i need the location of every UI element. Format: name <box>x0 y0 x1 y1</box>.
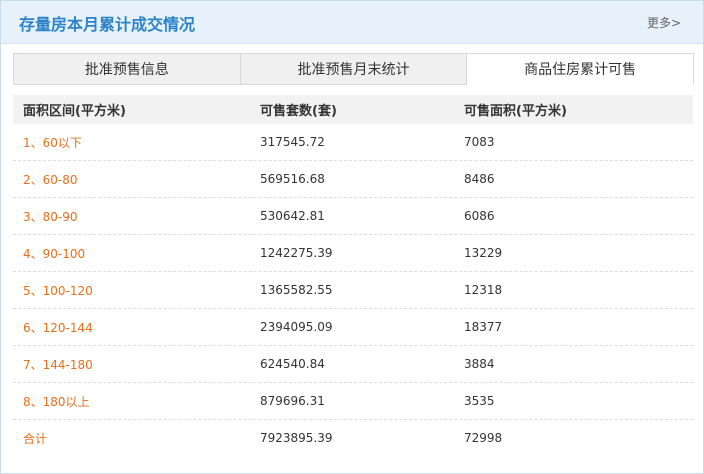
cell-units: 2394095.09 <box>260 320 333 334</box>
cell-total-label: 合计 <box>23 431 48 446</box>
cell-units: 1365582.55 <box>260 283 333 297</box>
cell-area: 13229 <box>464 246 503 260</box>
table-row: 5、100-120 1365582.55 12318 <box>13 272 693 309</box>
cell-units: 1242275.39 <box>260 246 333 260</box>
cell-units: 624540.84 <box>260 357 325 371</box>
cell-units: 317545.72 <box>260 135 325 149</box>
tab-cumulative-available[interactable]: 商品住房累计可售 <box>466 53 695 85</box>
cell-total-units: 7923895.39 <box>260 431 333 445</box>
cell-area-range: 1、60以下 <box>23 135 82 150</box>
table-row: 8、180以上 879696.31 3535 <box>13 383 693 420</box>
cell-area: 6086 <box>464 209 495 223</box>
table-row: 4、90-100 1242275.39 13229 <box>13 235 693 272</box>
cell-area-range: 4、90-100 <box>23 246 86 261</box>
cell-area: 12318 <box>464 283 503 297</box>
cell-area: 18377 <box>464 320 503 334</box>
tab-bar: 批准预售信息 批准预售月末统计 商品住房累计可售 <box>13 53 695 85</box>
cell-area-range: 2、60-80 <box>23 172 78 187</box>
cell-area: 8486 <box>464 172 495 186</box>
cell-units: 879696.31 <box>260 394 325 408</box>
panel-title: 存量房本月累计成交情况 <box>19 15 196 34</box>
table-row: 2、60-80 569516.68 8486 <box>13 161 693 198</box>
cell-area: 7083 <box>464 135 495 149</box>
cell-area-range: 6、120-144 <box>23 320 93 335</box>
cell-area-range: 3、80-90 <box>23 209 78 224</box>
cell-area: 3884 <box>464 357 495 371</box>
cell-area: 3535 <box>464 394 495 408</box>
tab-presale-info[interactable]: 批准预售信息 <box>13 53 241 85</box>
table-row: 1、60以下 317545.72 7083 <box>13 124 693 161</box>
column-header-units: 可售套数(套) <box>260 104 337 119</box>
column-header-area: 可售面积(平方米) <box>464 104 567 119</box>
table-row: 6、120-144 2394095.09 18377 <box>13 309 693 346</box>
cell-units: 569516.68 <box>260 172 325 186</box>
cell-units: 530642.81 <box>260 209 325 223</box>
table-row: 3、80-90 530642.81 6086 <box>13 198 693 235</box>
cell-area-range: 5、100-120 <box>23 283 93 298</box>
more-link[interactable]: 更多> <box>647 14 681 31</box>
table-row-total: 合计 7923895.39 72998 <box>13 420 693 456</box>
table-header: 面积区间(平方米) 可售套数(套) 可售面积(平方米) <box>13 95 693 124</box>
cell-area-range: 7、144-180 <box>23 357 93 372</box>
cell-total-area: 72998 <box>464 431 503 445</box>
stats-panel: 存量房本月累计成交情况 更多> 批准预售信息 批准预售月末统计 商品住房累计可售… <box>0 0 704 474</box>
stats-table: 面积区间(平方米) 可售套数(套) 可售面积(平方米) 1、60以下 31754… <box>13 95 693 456</box>
cell-area-range: 8、180以上 <box>23 394 90 409</box>
tab-presale-month-end[interactable]: 批准预售月末统计 <box>239 53 468 85</box>
column-header-area-range: 面积区间(平方米) <box>23 104 126 119</box>
table-row: 7、144-180 624540.84 3884 <box>13 346 693 383</box>
panel-header: 存量房本月累计成交情况 更多> <box>1 1 703 44</box>
